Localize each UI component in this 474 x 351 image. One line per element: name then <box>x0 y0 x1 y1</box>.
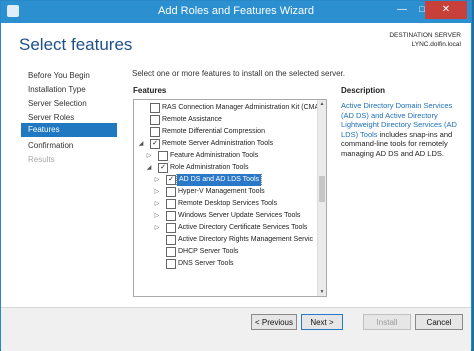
expand-arrow-icon[interactable]: ▷ <box>153 174 161 186</box>
wizard-footer: < Previous Next > Install Cancel <box>1 307 471 351</box>
cancel-button[interactable]: Cancel <box>415 314 463 330</box>
checkbox[interactable] <box>166 223 176 233</box>
checkbox-checked[interactable]: ✓ <box>150 139 160 149</box>
checkbox[interactable] <box>166 259 176 269</box>
nav-item-installation-type[interactable]: Installation Type <box>27 83 120 97</box>
nav-item-before-you-begin[interactable]: Before You Begin <box>27 69 120 83</box>
tree-row[interactable]: ◢ ✓ Remote Server Administration Tools <box>134 138 318 150</box>
previous-button[interactable]: < Previous <box>251 314 297 330</box>
expand-arrow-icon[interactable]: ▷ <box>153 210 161 222</box>
features-tree[interactable]: RAS Connection Manager Administration Ki… <box>133 99 327 297</box>
tree-row[interactable]: Active Directory Rights Management Servi… <box>134 234 318 246</box>
scroll-down-icon[interactable]: ▼ <box>318 288 326 296</box>
page-header: Select features DESTINATION SERVER LYNC.… <box>1 23 471 69</box>
close-button[interactable]: ✕ <box>425 1 467 19</box>
tree-row[interactable]: ▷ Windows Server Update Services Tools <box>134 210 318 222</box>
checkbox[interactable] <box>166 187 176 197</box>
destination-label: DESTINATION SERVER <box>389 32 461 39</box>
description-text: Active Directory Domain Services (AD DS)… <box>341 101 465 159</box>
tree-row-label: Role Administration Tools <box>170 164 249 171</box>
title-bar[interactable]: Add Roles and Features Wizard — □ ✕ <box>1 1 471 23</box>
install-button: Install <box>363 314 411 330</box>
tree-row-selected[interactable]: ▷ ✓ AD DS and AD LDS Tools <box>134 174 318 186</box>
tree-row-label: Remote Differential Compression <box>162 128 265 135</box>
collapse-arrow-icon[interactable]: ◢ <box>145 162 153 174</box>
tree-row-label: Windows Server Update Services Tools <box>178 212 301 219</box>
tree-scrollbar[interactable]: ▲ ▼ <box>317 100 326 296</box>
tree-row[interactable]: ▷ Active Directory Certificate Services … <box>134 222 318 234</box>
tree-row-label: Active Directory Rights Management Servi… <box>178 236 313 243</box>
tree-row[interactable]: RAS Connection Manager Administration Ki… <box>134 102 318 114</box>
expand-arrow-icon[interactable]: ▷ <box>153 222 161 234</box>
tree-row[interactable]: DNS Server Tools <box>134 258 318 270</box>
nav-item-confirmation[interactable]: Confirmation <box>27 139 120 153</box>
checkbox[interactable] <box>166 211 176 221</box>
tree-row[interactable]: Remote Differential Compression <box>134 126 318 138</box>
tree-row[interactable]: ▷ Hyper-V Management Tools <box>134 186 318 198</box>
main-content: Select one or more features to install o… <box>119 69 471 307</box>
minimize-button[interactable]: — <box>391 1 413 19</box>
destination-server-name: LYNC.dolfin.local <box>411 41 461 48</box>
checkbox[interactable] <box>150 115 160 125</box>
checkbox[interactable] <box>150 103 160 113</box>
tree-row[interactable]: Remote Assistance <box>134 114 318 126</box>
checkbox-checked[interactable]: ✓ <box>166 175 176 185</box>
scroll-up-icon[interactable]: ▲ <box>318 100 326 108</box>
wizard-nav: Before You Begin Installation Type Serve… <box>1 69 119 307</box>
scroll-thumb[interactable] <box>319 176 325 202</box>
tree-row[interactable]: ▷ Remote Desktop Services Tools <box>134 198 318 210</box>
expand-arrow-icon[interactable]: ▷ <box>153 198 161 210</box>
tree-row-label: Remote Desktop Services Tools <box>178 200 278 207</box>
next-button[interactable]: Next > <box>301 314 343 330</box>
instruction-text: Select one or more features to install o… <box>132 69 346 78</box>
tree-row-label: Active Directory Certificate Services To… <box>178 224 308 231</box>
nav-item-server-selection[interactable]: Server Selection <box>27 97 120 111</box>
checkbox[interactable] <box>158 151 168 161</box>
features-label: Features <box>133 86 167 95</box>
tree-row[interactable]: DHCP Server Tools <box>134 246 318 258</box>
nav-item-features[interactable]: Features <box>21 123 117 137</box>
tree-row-label: DNS Server Tools <box>178 260 234 267</box>
checkbox-checked[interactable]: ✓ <box>158 163 168 173</box>
checkbox[interactable] <box>166 199 176 209</box>
tree-row-label: DHCP Server Tools <box>178 248 239 255</box>
tree-row[interactable]: ◢ ✓ Role Administration Tools <box>134 162 318 174</box>
nav-item-results: Results <box>28 155 55 164</box>
expand-arrow-icon[interactable]: ▷ <box>153 186 161 198</box>
checkbox[interactable] <box>166 235 176 245</box>
checkbox[interactable] <box>150 127 160 137</box>
tree-row-label: Remote Assistance <box>162 116 222 123</box>
tree-row-label: AD DS and AD LDS Tools <box>175 174 263 186</box>
expand-arrow-icon[interactable]: ▷ <box>145 150 153 162</box>
tree-row-label: Hyper-V Management Tools <box>178 188 265 195</box>
checkbox[interactable] <box>166 247 176 257</box>
tree-row-label: Feature Administration Tools <box>170 152 259 159</box>
tree-row-label: RAS Connection Manager Administration Ki… <box>162 104 318 111</box>
collapse-arrow-icon[interactable]: ◢ <box>137 138 145 150</box>
destination-server: DESTINATION SERVER LYNC.dolfin.local <box>389 31 461 49</box>
page-title: Select features <box>19 35 133 54</box>
description-label: Description <box>341 86 386 95</box>
wizard-window: Add Roles and Features Wizard — □ ✕ Sele… <box>0 0 472 351</box>
tree-row[interactable]: ▷ Feature Administration Tools <box>134 150 318 162</box>
tree-row-label: Remote Server Administration Tools <box>162 140 274 147</box>
